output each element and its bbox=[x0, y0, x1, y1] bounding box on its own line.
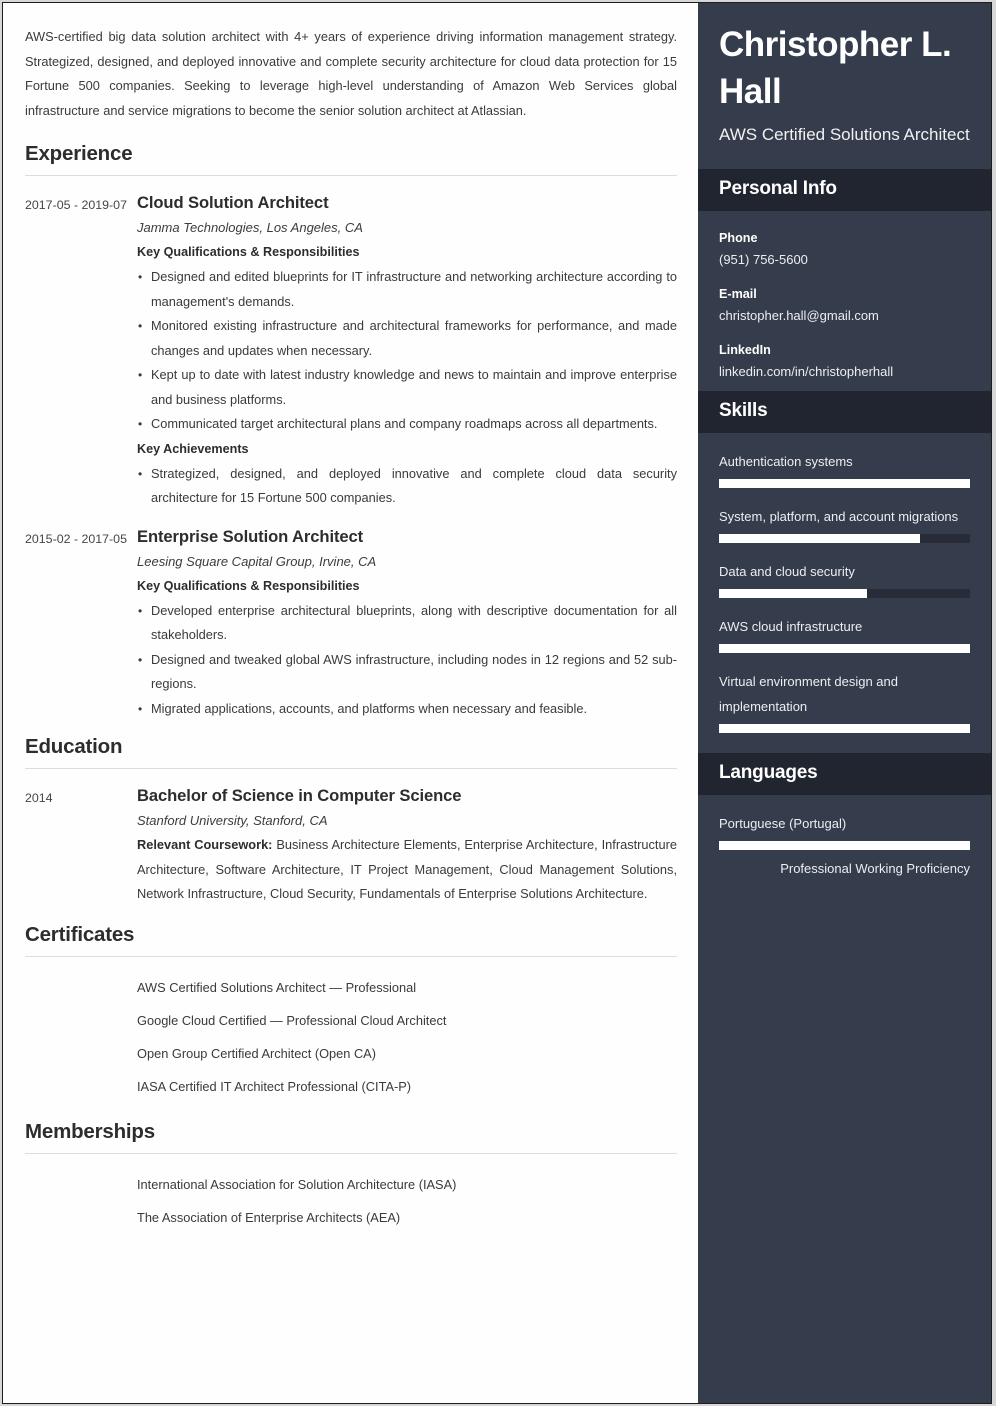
section-title-experience: Experience bbox=[25, 142, 133, 165]
education-entry: 2014 Bachelor of Science in Computer Sci… bbox=[25, 783, 677, 907]
candidate-name: Christopher L. Hall bbox=[719, 25, 952, 111]
list-item: Strategized, designed, and deployed inno… bbox=[137, 462, 677, 511]
sidebar-header: Christopher L. Hall AWS Certified Soluti… bbox=[698, 3, 991, 169]
resume-sidebar: Christopher L. Hall AWS Certified Soluti… bbox=[698, 3, 991, 1403]
education-degree: Bachelor of Science in Computer Science bbox=[137, 786, 462, 805]
skill-bar-fill bbox=[719, 534, 920, 543]
skill-bar-track bbox=[719, 589, 970, 598]
email-label: E-mail bbox=[719, 287, 757, 301]
sidebar-section-title-skills: Skills bbox=[698, 391, 991, 433]
skill-bar-fill bbox=[719, 644, 970, 653]
list-item: Developed enterprise architectural bluep… bbox=[137, 599, 677, 648]
list-item: The Association of Enterprise Architects… bbox=[137, 1209, 401, 1225]
education-school: Stanford University, Stanford, CA bbox=[137, 813, 328, 828]
resume-main-column: AWS-certified big data solution architec… bbox=[3, 3, 698, 1403]
list-item: Migrated applications, accounts, and pla… bbox=[137, 697, 677, 722]
list-item: Designed and tweaked global AWS infrastr… bbox=[137, 648, 677, 697]
skill-label: AWS cloud infrastructure bbox=[719, 619, 863, 634]
phone-label: Phone bbox=[719, 231, 758, 245]
section-education: Education 2014 Bachelor of Science in Co… bbox=[25, 735, 677, 907]
skill-bar-track bbox=[719, 644, 970, 653]
experience-date: 2015-02 - 2017-05 bbox=[25, 531, 127, 546]
candidate-role: AWS Certified Solutions Architect bbox=[719, 125, 970, 144]
section-divider bbox=[25, 768, 677, 769]
linkedin-value[interactable]: linkedin.com/in/christopherhall bbox=[719, 361, 970, 387]
education-body: Bachelor of Science in Computer Science … bbox=[137, 783, 677, 907]
list-item: International Association for Solution A… bbox=[137, 1176, 457, 1192]
skill-bar-fill bbox=[719, 589, 868, 598]
skill-item: System, platform, and account migrations bbox=[719, 504, 970, 559]
list-item: Open Group Certified Architect (Open CA) bbox=[137, 1045, 376, 1061]
list-item: Communicated target architectural plans … bbox=[137, 412, 677, 437]
skill-item: Virtual environment design and implement… bbox=[719, 669, 970, 749]
skill-label: System, platform, and account migrations bbox=[719, 509, 959, 524]
experience-company: Jamma Technologies, Los Angeles, CA bbox=[137, 220, 363, 235]
experience-qualifications-label: Key Qualifications & Responsibilities bbox=[137, 578, 360, 593]
experience-company: Leesing Square Capital Group, Irvine, CA bbox=[137, 553, 377, 569]
linkedin-label: LinkedIn bbox=[719, 343, 771, 357]
experience-job-title: Enterprise Solution Architect bbox=[137, 526, 364, 546]
language-label: Portuguese (Portugal) bbox=[719, 816, 847, 831]
section-divider bbox=[25, 955, 677, 957]
section-memberships: Memberships International Association fo… bbox=[25, 1120, 677, 1234]
language-bar-fill bbox=[719, 841, 970, 850]
list-item: AWS Certified Solutions Architect — Prof… bbox=[137, 979, 417, 995]
skill-bar-fill bbox=[719, 724, 970, 733]
experience-entry: 2017-05 - 2019-07 Cloud Solution Archite… bbox=[25, 190, 677, 511]
skill-bar-track bbox=[719, 534, 970, 543]
section-title-memberships: Memberships bbox=[25, 1119, 155, 1143]
personal-info-body: Phone (951) 756-5600 E-mail christopher.… bbox=[698, 211, 991, 391]
experience-entry: 2015-02 - 2017-05 Enterprise Solution Ar… bbox=[25, 524, 677, 722]
skill-label: Virtual environment design and implement… bbox=[719, 674, 898, 714]
section-experience: Experience 2017-05 - 2019-07 Cloud Solut… bbox=[25, 142, 677, 721]
languages-body: Portuguese (Portugal) Professional Worki… bbox=[698, 795, 991, 901]
experience-date: 2017-05 - 2019-07 bbox=[25, 198, 127, 212]
section-title-certificates: Certificates bbox=[25, 922, 135, 946]
professional-summary: AWS-certified big data solution architec… bbox=[25, 29, 677, 118]
skill-label: Data and cloud security bbox=[719, 564, 855, 579]
skill-bar-fill bbox=[719, 479, 970, 488]
list-item: Designed and edited blueprints for IT in… bbox=[137, 265, 677, 314]
skill-label: Authentication systems bbox=[719, 454, 853, 469]
experience-bullet-list: Developed enterprise architectural bluep… bbox=[137, 599, 677, 722]
skill-item: AWS cloud infrastructure bbox=[719, 614, 970, 669]
language-bar-track bbox=[719, 841, 970, 850]
experience-job-title: Cloud Solution Architect bbox=[137, 193, 329, 212]
list-item: Google Cloud Certified — Professional Cl… bbox=[137, 1012, 447, 1028]
language-item: Portuguese (Portugal) Professional Worki… bbox=[719, 811, 970, 897]
list-item: IASA Certified IT Architect Professional… bbox=[137, 1078, 412, 1094]
sidebar-section-title-languages: Languages bbox=[698, 753, 991, 795]
section-title-education: Education bbox=[25, 735, 123, 758]
resume-page: AWS-certified big data solution architec… bbox=[2, 2, 992, 1404]
section-certificates: Certificates AWS Certified Solutions Arc… bbox=[25, 923, 677, 1103]
education-date: 2014 bbox=[25, 791, 53, 805]
skill-item: Data and cloud security bbox=[719, 559, 970, 614]
coursework-label: Relevant Coursework: bbox=[137, 837, 273, 852]
sidebar-section-title-personal-info: Personal Info bbox=[698, 169, 991, 211]
skill-bar-track bbox=[719, 479, 970, 488]
experience-qualifications-label: Key Qualifications & Responsibilities bbox=[137, 245, 360, 259]
education-coursework: Relevant Coursework: Business Architectu… bbox=[137, 833, 677, 907]
section-divider bbox=[25, 1152, 677, 1154]
experience-body: Enterprise Solution Architect Leesing Sq… bbox=[137, 524, 677, 722]
section-divider bbox=[25, 175, 677, 176]
experience-bullet-list: Designed and edited blueprints for IT in… bbox=[137, 265, 677, 437]
skill-bar-track bbox=[719, 724, 970, 733]
language-proficiency: Professional Working Proficiency bbox=[780, 861, 970, 876]
experience-achievements-label: Key Achievements bbox=[137, 441, 249, 456]
list-item: Kept up to date with latest industry kno… bbox=[137, 363, 677, 412]
email-value[interactable]: christopher.hall@gmail.com bbox=[719, 305, 970, 339]
list-item: Monitored existing infrastructure and ar… bbox=[137, 314, 677, 363]
phone-value: (951) 756-5600 bbox=[719, 252, 808, 267]
experience-body: Cloud Solution Architect Jamma Technolog… bbox=[137, 190, 677, 511]
skills-body: Authentication systems System, platform,… bbox=[698, 433, 991, 753]
skill-item: Authentication systems bbox=[719, 449, 970, 504]
experience-achievement-list: Strategized, designed, and deployed inno… bbox=[137, 462, 677, 511]
